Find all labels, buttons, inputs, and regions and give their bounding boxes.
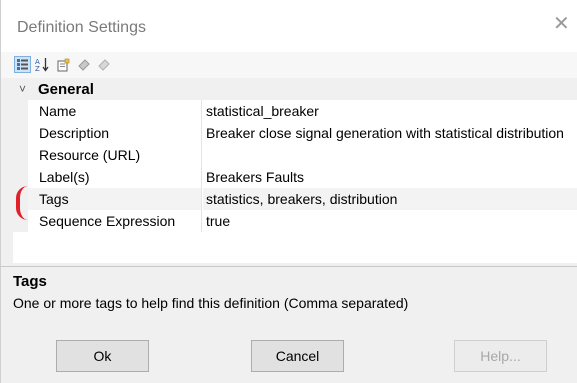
property-value[interactable]: statistical_breaker: [203, 100, 577, 122]
property-value[interactable]: Breaker close signal generation with sta…: [203, 122, 577, 144]
row-gutter: [13, 166, 28, 188]
description-heading: Tags: [13, 273, 47, 290]
property-row-labels[interactable]: Label(s) Breakers Faults: [13, 166, 577, 188]
definition-settings-dialog: Definition Settings ✕ A Z ˅ General Name…: [0, 0, 577, 383]
help-button[interactable]: Help...: [454, 340, 547, 372]
annotation-mark: [16, 186, 28, 220]
description-panel: Tags One or more tags to help find this …: [1, 266, 577, 326]
property-value[interactable]: [203, 144, 577, 166]
property-name: Sequence Expression: [28, 210, 202, 232]
property-row-sequence-expression[interactable]: Sequence Expression true: [13, 210, 577, 232]
categorized-view-icon[interactable]: [14, 56, 31, 73]
title-bar: Definition Settings ✕: [1, 0, 577, 52]
cancel-button[interactable]: Cancel: [251, 340, 344, 372]
row-gutter: [13, 122, 28, 144]
property-value[interactable]: Breakers Faults: [203, 166, 577, 188]
svg-text:Z: Z: [35, 65, 40, 72]
property-name: Description: [28, 122, 202, 144]
category-general[interactable]: ˅ General: [13, 80, 577, 100]
property-row-description[interactable]: Description Breaker close signal generat…: [13, 122, 577, 144]
property-value[interactable]: statistics, breakers, distribution: [203, 188, 577, 210]
chevron-down-icon[interactable]: ˅: [19, 82, 26, 96]
property-name: Resource (URL): [28, 144, 202, 166]
property-pages-icon[interactable]: [54, 56, 71, 73]
ok-button[interactable]: Ok: [56, 340, 149, 372]
event-disabled-icon: [95, 56, 112, 73]
property-name: Name: [28, 100, 202, 122]
property-name: Tags: [28, 188, 202, 210]
event-icon: [75, 56, 92, 73]
window-title: Definition Settings: [17, 19, 146, 36]
close-icon[interactable]: ✕: [553, 14, 570, 34]
property-value[interactable]: true: [203, 210, 577, 232]
property-name: Label(s): [28, 166, 202, 188]
property-row-tags[interactable]: Tags statistics, breakers, distribution: [13, 188, 577, 210]
property-grid[interactable]: ˅ General Name statistical_breaker Descr…: [13, 80, 577, 263]
category-label: General: [38, 81, 94, 98]
property-row-resource-url[interactable]: Resource (URL): [13, 144, 577, 166]
property-grid-toolbar: A Z: [1, 52, 577, 78]
alphabetical-sort-icon[interactable]: A Z: [34, 56, 51, 73]
property-row-name[interactable]: Name statistical_breaker: [13, 100, 577, 122]
row-gutter: [13, 100, 28, 122]
row-gutter: [13, 144, 28, 166]
description-text: One or more tags to help find this defin…: [13, 295, 409, 311]
